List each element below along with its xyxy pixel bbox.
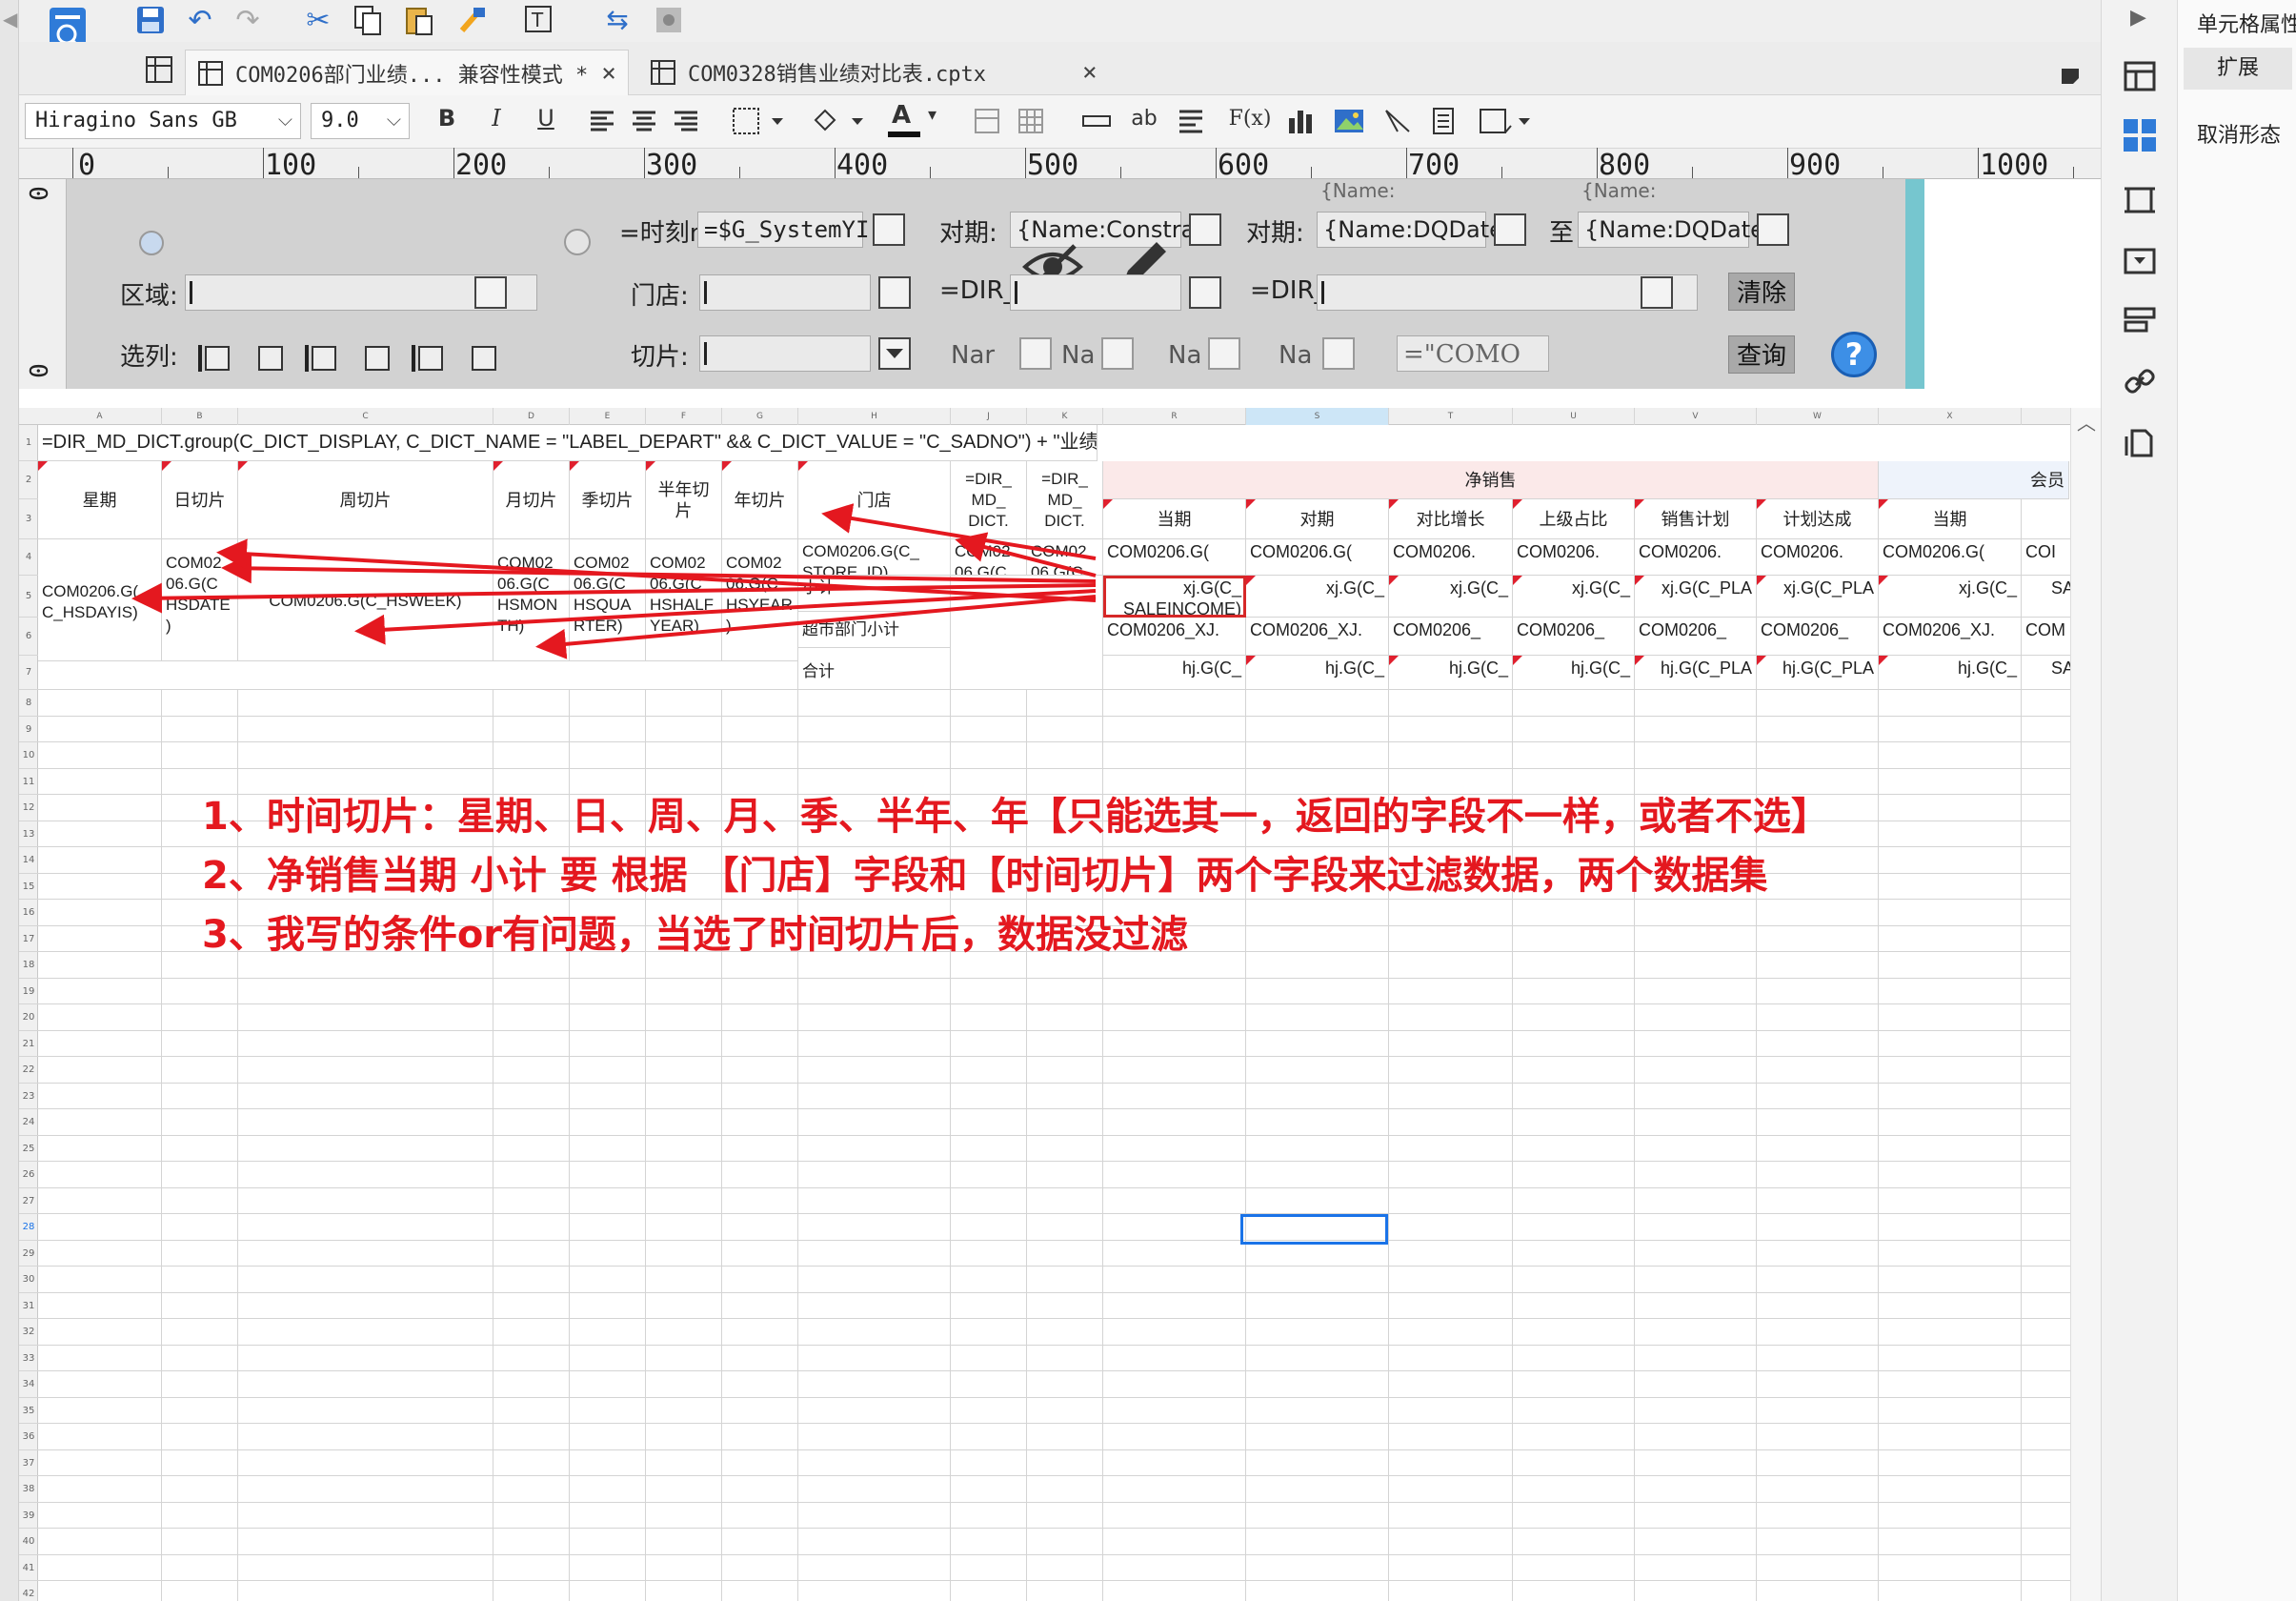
- copy-format-icon[interactable]: [2123, 425, 2157, 459]
- expand-tab[interactable]: 扩展: [2184, 48, 2292, 90]
- panel-title: 单元格属性: [2197, 13, 2296, 37]
- annotation-line: 2、净销售当期 小计 要 根据 【门店】字段和【时间切片】两个字段来过滤数据，两…: [202, 854, 1768, 898]
- collapse-right-icon[interactable]: ▶: [2130, 6, 2146, 30]
- dropdown-box-icon[interactable]: [2123, 244, 2157, 278]
- cell-properties-panel: 单元格属性 扩展 取消形态: [2177, 0, 2296, 1601]
- annotation-line: 1、时间切片：星期、日、周、月、季、半年、年【只能选其一，返回的字段不一样，或者…: [202, 795, 1829, 839]
- link-icon[interactable]: [2123, 364, 2157, 398]
- widget-grid-icon[interactable]: [2121, 116, 2159, 154]
- scroll-up-icon[interactable]: ︿: [2077, 408, 2096, 436]
- list-stack-icon[interactable]: [2123, 303, 2157, 337]
- frame-icon[interactable]: [2123, 183, 2157, 217]
- cell-layout-icon[interactable]: [2123, 59, 2157, 93]
- selected-cell-cursor[interactable]: [1240, 1214, 1388, 1245]
- cancel-form-label[interactable]: 取消形态: [2197, 118, 2281, 149]
- annotation-line: 3、我写的条件or有问题，当选了时间切片后，数据没过滤: [202, 913, 1189, 957]
- right-side-panel: ▶: [2101, 0, 2177, 1601]
- vertical-scrollbar[interactable]: ︿: [2070, 408, 2101, 1601]
